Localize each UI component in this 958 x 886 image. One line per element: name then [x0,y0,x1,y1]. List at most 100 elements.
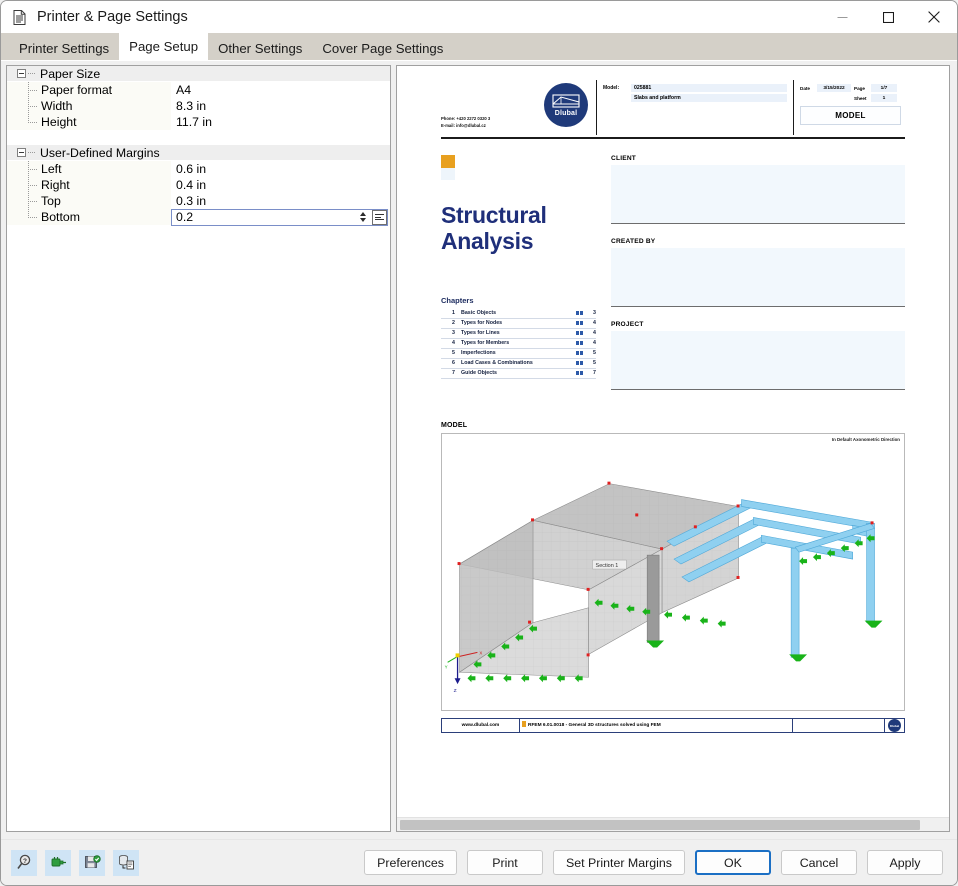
title-bar: Printer & Page Settings [1,1,957,33]
row-value[interactable]: 0.6 in [171,161,390,177]
printer-connect-button[interactable] [45,849,71,876]
preferences-button[interactable]: Preferences [364,850,457,875]
document-icon [11,9,28,26]
preview-tool-buttons: ? [11,849,139,876]
zoom-tool-button[interactable]: ? [11,849,37,876]
ok-button[interactable]: OK [695,850,771,875]
chapter-name: Imperfections [461,350,496,357]
chapter-name: Guide Objects [461,370,497,377]
tree-elbow [28,106,37,107]
tree-connector [28,73,36,74]
chapter-page: 3 [593,310,596,317]
row-value[interactable]: 11.7 in [171,114,390,130]
chapter-page: 5 [593,360,596,367]
minimize-button[interactable] [819,1,865,33]
printer-page-settings-window: Printer & Page Settings Printer Settings… [0,0,958,886]
chapter-name: Load Cases & Combinations [461,360,533,367]
logo-label: Dlubal [554,109,578,117]
tab-other-settings[interactable]: Other Settings [208,36,313,60]
group-label: User-Defined Margins [40,145,160,160]
database-settings-button[interactable] [113,849,139,876]
row-margin-left[interactable]: Left 0.6 in [7,161,390,177]
chapter-number: 5 [452,350,455,357]
group-spacer [7,130,390,145]
row-width[interactable]: Width 8.3 in [7,98,390,114]
row-paper-format[interactable]: Paper format A4 [7,82,390,98]
header-model-block: Model: 025881 Slabs and platform [596,80,793,135]
email-line: E-mail: info@dlubal.cz [441,122,486,128]
row-margin-bottom[interactable]: Bottom 0.2 [7,208,390,226]
document-header: Phone: +420 2272 0320 3 E-mail: info@dlu… [441,80,905,135]
tab-cover-page-settings[interactable]: Cover Page Settings [312,36,454,60]
spinner-up-icon[interactable] [359,212,366,216]
cell-options-button[interactable] [372,209,387,225]
tree-elbow [28,122,37,123]
spinner-down-icon[interactable] [359,218,366,222]
date-page-row: Date 3/15/2022 Page 1/7 [800,84,901,92]
scrollbar-thumb[interactable] [400,820,920,830]
preview-horizontal-scrollbar[interactable] [397,817,949,831]
created-by-field-block: CREATED BY [611,238,905,308]
model-name-value: Slabs and platform [631,94,787,102]
margin-bottom-input-cell[interactable]: 0.2 [171,208,388,226]
dialog-action-buttons: Preferences Print Set Printer Margins OK… [364,850,943,875]
svg-text:X: X [479,651,482,656]
preview-scroll-area[interactable]: Phone: +420 2272 0320 3 E-mail: info@dlu… [397,66,949,817]
page-setup-property-grid: Paper Size Paper format A4 Width 8.3 in [6,65,391,832]
structural-model-render: Section 1 Z X Y [445,482,883,695]
tab-strip: Printer Settings Page Setup Other Settin… [1,33,957,61]
close-button[interactable] [911,1,957,33]
pale-square-marker [441,167,455,180]
print-button[interactable]: Print [466,850,543,875]
company-contact: Phone: +420 2272 0320 3 E-mail: info@dlu… [441,116,490,135]
tree-elbow [28,217,37,218]
group-paper-size[interactable]: Paper Size [7,66,390,82]
cancel-button[interactable]: Cancel [781,850,857,875]
tab-page-setup[interactable]: Page Setup [119,33,209,60]
tree-elbow [28,185,37,186]
collapse-minus-icon[interactable] [17,148,26,157]
tab-printer-settings[interactable]: Printer Settings [9,36,120,60]
row-height[interactable]: Height 11.7 in [7,114,390,130]
row-margin-top[interactable]: Top 0.3 in [7,193,390,209]
footer-logo: Dlubal [884,719,904,733]
truss-icon [552,93,580,108]
chapter-number: 4 [452,340,455,347]
chapters-heading: Chapters [441,295,474,305]
chapter-row: 1 Basic Objects 3 [441,309,596,319]
project-value-box [611,331,905,390]
collapse-minus-icon[interactable] [17,69,26,78]
tree-elbow [28,169,37,170]
model-section: MODEL In Default Axonometric Direction S… [441,422,905,712]
maximize-button[interactable] [865,1,911,33]
row-value[interactable]: 0.3 in [171,193,390,209]
chapter-dots-icon [575,361,583,366]
group-user-defined-margins[interactable]: User-Defined Margins [7,145,390,161]
chapter-dots-icon [575,371,583,376]
row-value[interactable]: 8.3 in [171,98,390,114]
svg-text:Z: Z [454,689,457,695]
client-rule [611,222,905,224]
row-value[interactable]: A4 [171,82,390,98]
plug-icon [51,857,66,867]
row-margin-right[interactable]: Right 0.4 in [7,177,390,193]
report-title: Structural Analysis [441,202,596,254]
apply-button[interactable]: Apply [867,850,943,875]
model-render-frame: In Default Axonometric Direction Section… [441,433,905,712]
footer-logo-label: Dlubal [889,723,900,728]
tree-elbow [28,90,37,91]
cover-right-column: CLIENT CREATED BY PROJECT [596,155,905,405]
margin-bottom-input[interactable]: 0.2 [176,210,357,225]
chapter-dots-icon [575,341,583,346]
header-section-title: MODEL [800,106,901,125]
spinner-buttons[interactable] [357,211,368,224]
header-rule [441,137,905,139]
preview-page: Phone: +420 2272 0320 3 E-mail: info@dlu… [427,66,919,817]
section-label: Section 1 [592,560,627,570]
dialog-bottom-bar: ? Preferences Print Set Printer Margins … [1,839,957,885]
row-value[interactable]: 0.4 in [171,177,390,193]
dialog-body: Paper Size Paper format A4 Width 8.3 in [1,61,957,839]
set-printer-margins-button[interactable]: Set Printer Margins [552,850,685,875]
save-settings-button[interactable] [79,849,105,876]
chapter-dots-icon [575,351,583,356]
